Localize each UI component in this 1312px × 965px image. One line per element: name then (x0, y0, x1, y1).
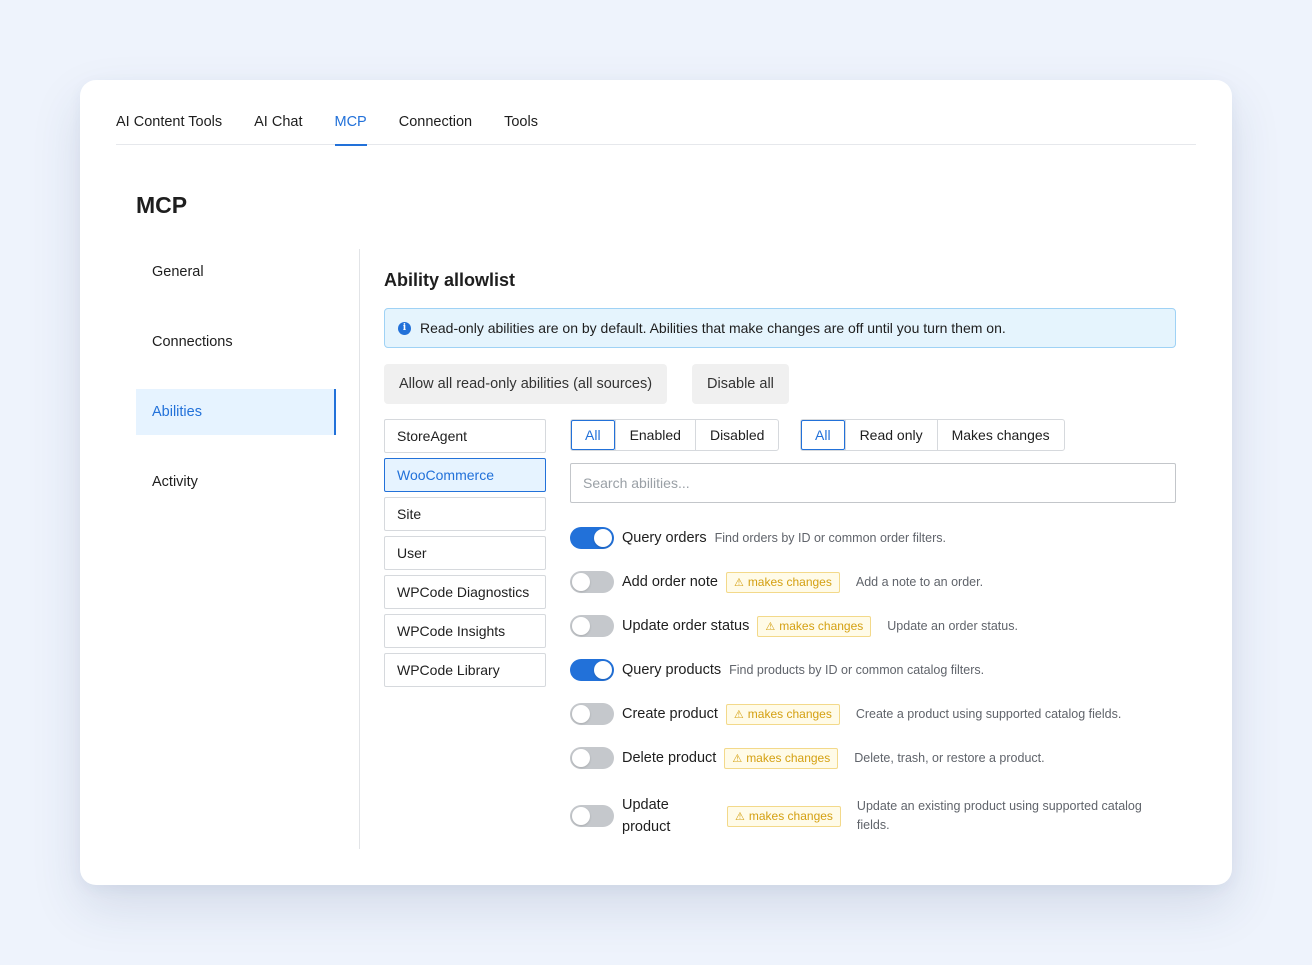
source-list: StoreAgent WooCommerce Site User WPCode … (384, 419, 546, 692)
toggle-knob (594, 661, 612, 679)
type-filter-makes-changes[interactable]: Makes changes (936, 420, 1064, 450)
ability-toggle[interactable] (570, 805, 614, 827)
source-wpcode-insights[interactable]: WPCode Insights (384, 614, 546, 648)
disable-all-button[interactable]: Disable all (692, 364, 789, 404)
source-site[interactable]: Site (384, 497, 546, 531)
status-filter: All Enabled Disabled (570, 419, 780, 451)
ability-row: Query products Find products by ID or co… (570, 659, 1176, 681)
makes-changes-badge: ⚠ makes changes (727, 805, 841, 827)
warning-icon: ⚠ (732, 752, 743, 765)
makes-changes-badge: ⚠ makes changes (724, 747, 839, 769)
notice-text: Read-only abilities are on by default. A… (420, 320, 1006, 336)
page-title: MCP (136, 192, 188, 218)
toggle-knob (572, 749, 590, 767)
ability-name: Add order note (622, 574, 718, 590)
info-notice: i Read-only abilities are on by default.… (384, 308, 1176, 348)
warning-icon: ⚠ (733, 708, 744, 721)
makes-changes-badge: ⚠ makes changes (725, 703, 840, 725)
sidebar-item-abilities[interactable]: Abilities (136, 389, 336, 435)
source-woocommerce[interactable]: WooCommerce (384, 458, 546, 492)
type-filter-read-only[interactable]: Read only (844, 420, 937, 450)
ability-name: Delete product (622, 750, 717, 766)
ability-name: Query products (622, 662, 722, 678)
warning-icon: ⚠ (735, 810, 745, 823)
ability-toggle[interactable] (570, 527, 614, 549)
ability-description: Add a note to an order. (855, 575, 984, 589)
ability-name: Update order status (622, 618, 750, 634)
badge-label: makes changes (747, 707, 832, 721)
status-filter-all[interactable]: All (571, 420, 615, 450)
tab-mcp[interactable]: MCP (334, 80, 367, 146)
type-filter-all[interactable]: All (801, 420, 845, 450)
makes-changes-badge: ⚠ makes changes (757, 615, 872, 637)
badge-label: makes changes (746, 751, 831, 765)
status-filter-enabled[interactable]: Enabled (614, 420, 695, 450)
badge-label: makes changes (747, 575, 832, 589)
ability-row: Create product ⚠ makes changes Create a p… (570, 703, 1176, 725)
ability-name: Update product (622, 797, 671, 835)
badge-label: makes changes (779, 619, 864, 633)
ability-description: Update an order status. (887, 619, 1018, 633)
tab-ai-content-tools[interactable]: AI Content Tools (116, 80, 222, 145)
ability-toggle[interactable] (570, 659, 614, 681)
ability-toggle[interactable] (570, 571, 614, 593)
type-filter: All Read only Makes changes (800, 419, 1065, 451)
ability-row: Query orders Find orders by ID or common… (570, 527, 1176, 549)
makes-changes-badge: ⚠ makes changes (725, 571, 840, 593)
ability-description: Find orders by ID or common order filter… (714, 531, 946, 545)
ability-description: Update an existing product using support… (856, 799, 1142, 832)
toggle-knob (594, 529, 612, 547)
ability-description: Find products by ID or common catalog fi… (729, 663, 985, 677)
source-user[interactable]: User (384, 536, 546, 570)
allow-all-read-only-button[interactable]: Allow all read-only abilities (all sourc… (384, 364, 668, 404)
tab-tools[interactable]: Tools (504, 80, 538, 145)
ability-row: Delete product ⚠ makes changes Delete, tr… (570, 747, 1176, 769)
sidebar-item-connections[interactable]: Connections (136, 319, 336, 365)
ability-toggle[interactable] (570, 703, 614, 725)
ability-row: Update order status ⚠ makes changes Updat… (570, 615, 1176, 637)
section-title: Ability allowlist (384, 270, 516, 290)
badge-label: makes changes (748, 809, 833, 823)
toggle-knob (572, 705, 590, 723)
tab-connection[interactable]: Connection (399, 80, 472, 145)
toggle-knob (572, 573, 590, 591)
info-icon: i (398, 321, 411, 335)
search-abilities-input[interactable] (570, 463, 1176, 503)
toggle-knob (572, 617, 590, 635)
status-filter-disabled[interactable]: Disabled (694, 420, 778, 450)
source-wpcode-library[interactable]: WPCode Library (384, 653, 546, 687)
vertical-divider (359, 249, 360, 849)
warning-icon: ⚠ (733, 576, 744, 589)
sidebar-item-general[interactable]: General (136, 249, 336, 295)
ability-row: Update product ⚠ makes changes Update an … (570, 794, 1176, 838)
settings-card: AI Content Tools AI Chat MCP Connection … (80, 80, 1232, 885)
side-navigation: General Connections Abilities Activity (136, 249, 336, 529)
ability-description: Create a product using supported catalog… (855, 707, 1122, 721)
warning-icon: ⚠ (765, 620, 776, 633)
source-wpcode-diagnostics[interactable]: WPCode Diagnostics (384, 575, 546, 609)
sidebar-item-activity[interactable]: Activity (136, 459, 336, 505)
ability-name: Create product (622, 706, 718, 722)
toggle-knob (572, 807, 590, 825)
tab-ai-chat[interactable]: AI Chat (254, 80, 302, 145)
top-tabs: AI Content Tools AI Chat MCP Connection … (116, 80, 1196, 146)
ability-name: Query orders (622, 530, 707, 546)
ability-row: Add order note ⚠ makes changes Add a note… (570, 571, 1176, 593)
ability-description: Delete, trash, or restore a product. (854, 751, 1045, 765)
ability-toggle[interactable] (570, 747, 614, 769)
source-storeagent[interactable]: StoreAgent (384, 419, 546, 453)
ability-toggle[interactable] (570, 615, 614, 637)
